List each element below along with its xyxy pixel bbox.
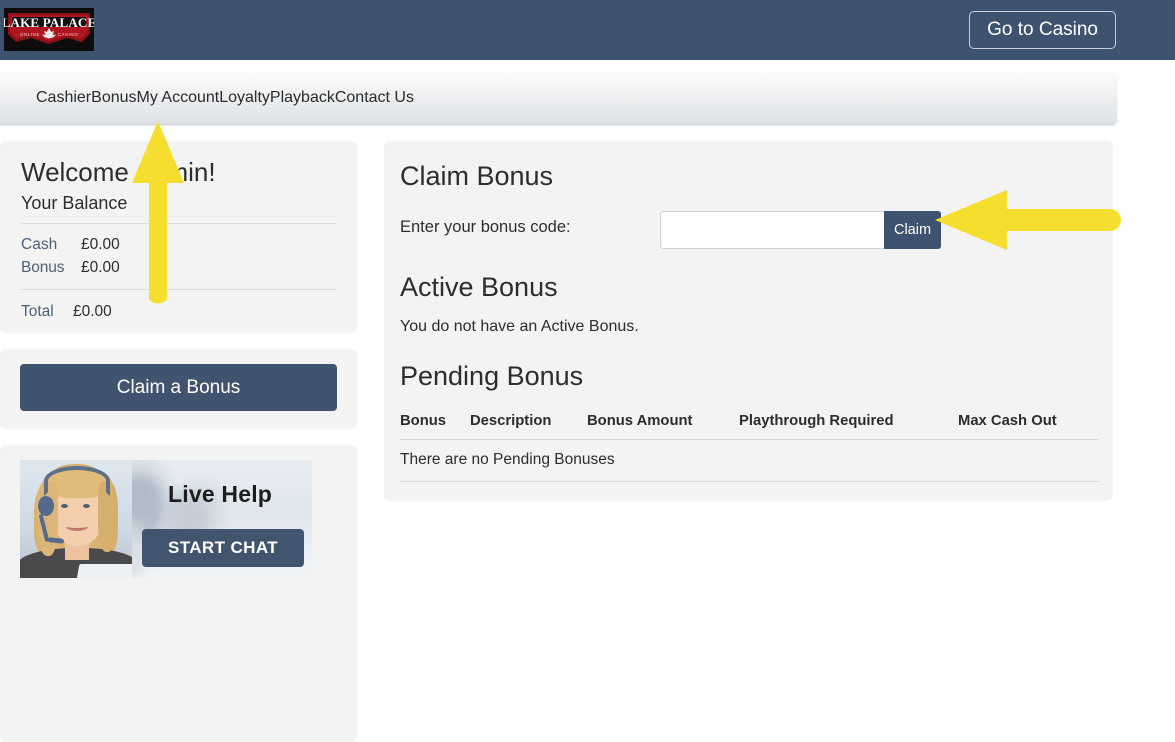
pending-bonus-heading: Pending Bonus — [400, 361, 584, 391]
balance-divider-top — [21, 223, 336, 224]
balance-value-cash: £0.00 — [81, 236, 120, 253]
claim-bonus-card: Claim a Bonus — [0, 349, 357, 429]
balance-label-cash: Cash — [21, 236, 58, 253]
claim-a-bonus-button[interactable]: Claim a Bonus — [20, 364, 337, 411]
balance-rows: Cash £0.00 Bonus £0.00 — [21, 233, 336, 279]
balance-row-total: Total £0.00 — [21, 301, 336, 323]
live-help-banner[interactable]: Live Help START CHAT — [20, 460, 312, 578]
active-bonus-heading: Active Bonus — [400, 272, 558, 302]
pending-bonus-table: Bonus Description Bonus Amount Playthrou… — [400, 413, 1099, 482]
start-chat-button[interactable]: START CHAT — [142, 529, 304, 567]
bonus-code-row: Enter your bonus code: Claim — [400, 211, 1095, 249]
agent-eye-right — [83, 504, 90, 508]
nav-item-contact-us[interactable]: Contact Us — [335, 89, 414, 107]
balance-value-total: £0.00 — [73, 303, 112, 320]
svg-text:CASINO: CASINO — [58, 32, 78, 37]
main-navigation: Cashier Bonus My Account Loyalty Playbac… — [0, 72, 1117, 125]
bonus-main-panel: Claim Bonus Enter your bonus code: Claim… — [384, 141, 1113, 501]
claim-submit-button[interactable]: Claim — [884, 211, 941, 249]
svg-text:ONLINE: ONLINE — [20, 32, 40, 37]
agent-eye-left — [61, 504, 68, 508]
laptop-shape — [76, 564, 132, 578]
support-agent-photo — [20, 460, 132, 578]
column-header-max-cash-out: Max Cash Out — [958, 413, 1057, 429]
active-bonus-empty-message: You do not have an Active Bonus. — [400, 318, 639, 335]
nav-item-loyalty[interactable]: Loyalty — [219, 89, 270, 107]
svg-text:LAKE PALACE: LAKE PALACE — [4, 15, 94, 30]
your-balance-label: Your Balance — [21, 193, 128, 213]
table-row: There are no Pending Bonuses — [400, 439, 1099, 482]
bonus-code-input[interactable] — [660, 211, 884, 249]
lake-palace-logo[interactable]: LAKE PALACE ONLINE CASINO — [4, 8, 94, 51]
welcome-title: Welcome Admin! — [21, 157, 216, 187]
claim-bonus-heading: Claim Bonus — [400, 161, 554, 191]
go-to-casino-button[interactable]: Go to Casino — [969, 11, 1116, 49]
balance-row-cash: Cash £0.00 — [21, 233, 336, 256]
column-header-playthrough-required: Playthrough Required — [739, 413, 894, 429]
balance-value-bonus: £0.00 — [81, 259, 120, 276]
nav-item-my-account[interactable]: My Account — [137, 89, 220, 107]
column-header-bonus-amount: Bonus Amount — [587, 413, 693, 429]
balance-label-total: Total — [21, 303, 54, 320]
pending-bonus-table-head: Bonus Description Bonus Amount Playthrou… — [400, 413, 1099, 440]
nav-item-bonus[interactable]: Bonus — [91, 89, 136, 107]
balance-label-bonus: Bonus — [21, 259, 65, 276]
pending-bonus-table-body: There are no Pending Bonuses — [400, 439, 1099, 482]
live-help-card: Live Help START CHAT — [0, 445, 357, 742]
balance-card: Welcome Admin! Your Balance Cash £0.00 B… — [0, 141, 357, 333]
bonus-code-label: Enter your bonus code: — [400, 218, 571, 236]
balance-divider-bottom — [21, 289, 336, 290]
table-header-row: Bonus Description Bonus Amount Playthrou… — [400, 413, 1099, 440]
live-help-title: Live Help — [168, 481, 273, 507]
headset-headband-icon — [44, 466, 110, 496]
column-header-bonus: Bonus — [400, 413, 447, 429]
nav-item-playback[interactable]: Playback — [270, 89, 335, 107]
balance-row-bonus: Bonus £0.00 — [21, 256, 336, 279]
site-header: LAKE PALACE ONLINE CASINO Go to Casino — [0, 0, 1175, 60]
pending-bonus-empty-message: There are no Pending Bonuses — [400, 439, 1099, 482]
column-header-description: Description — [470, 413, 552, 429]
agent-smile — [66, 522, 88, 531]
headset-earcup-icon — [38, 496, 54, 516]
nav-item-cashier[interactable]: Cashier — [36, 89, 91, 107]
